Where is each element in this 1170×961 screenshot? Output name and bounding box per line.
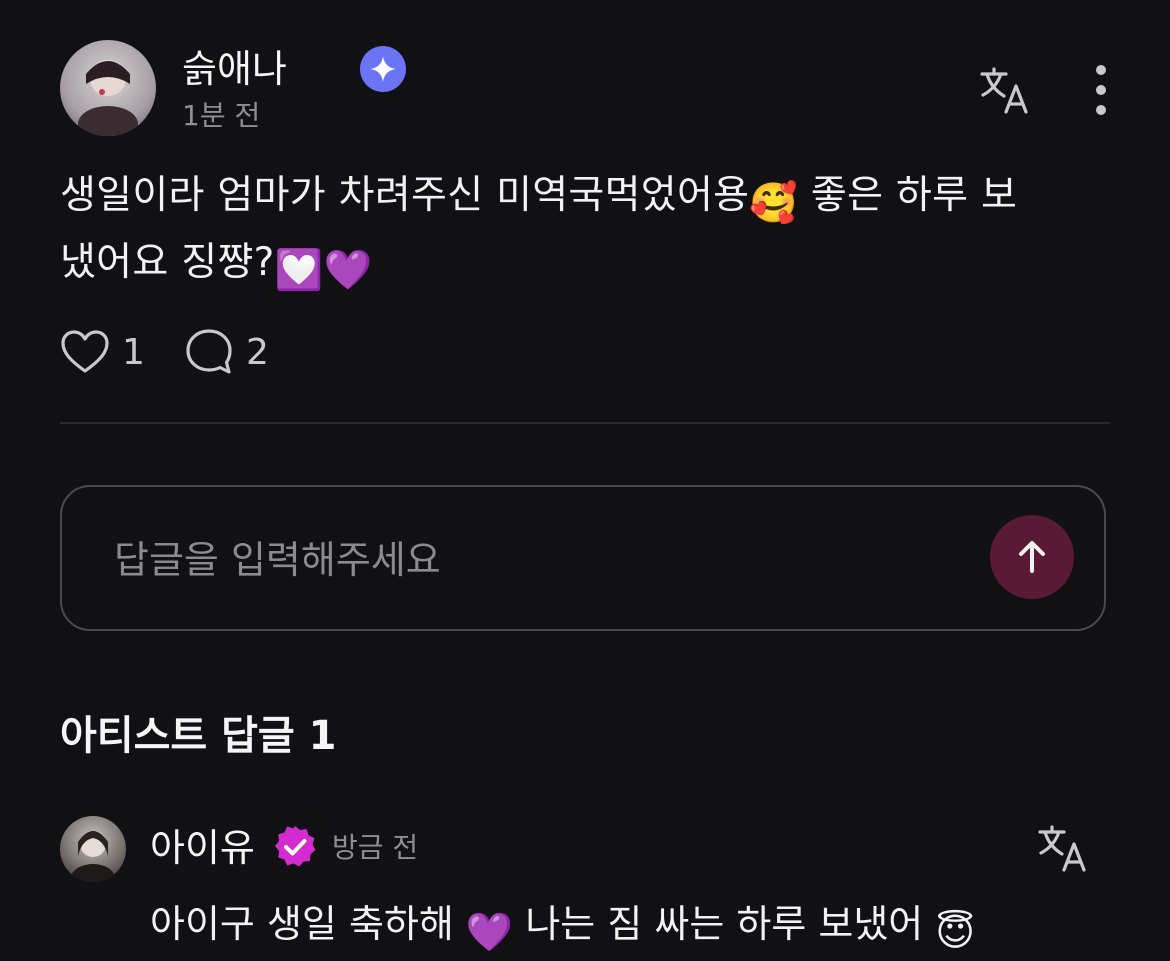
comment-count: 2: [246, 331, 269, 373]
reply-input[interactable]: [112, 529, 976, 591]
artist-replies-title: 아티스트 답글 1: [60, 713, 337, 759]
heart-decoration-emoji: 💟: [274, 248, 324, 293]
comment-button[interactable]: 2: [184, 324, 269, 380]
smiling-hearts-emoji: 🥰: [749, 181, 799, 226]
reply-timestamp: 방금 전: [332, 831, 419, 864]
reply-input-box[interactable]: [60, 485, 1106, 631]
reply-text: 나는 짐 싸는 하루 보냈어: [513, 902, 936, 946]
author-avatar[interactable]: [60, 40, 156, 136]
heart-outline-icon: [61, 330, 109, 373]
artist-avatar[interactable]: [60, 816, 126, 882]
translate-icon[interactable]: [978, 64, 1034, 120]
artist-name[interactable]: 아이유: [150, 822, 255, 874]
post-timestamp: 1분 전: [182, 99, 261, 132]
reply-text: 아이구 생일 축하해: [150, 902, 466, 946]
artist-verified-icon: [272, 824, 318, 870]
send-button[interactable]: [990, 515, 1074, 599]
like-button[interactable]: 1: [60, 324, 145, 380]
more-options-icon[interactable]: [1086, 62, 1116, 118]
post-detail-page: 슭애나 1분 전 생일이라 엄마가 차려주신 미역국먹었어용🥰 좋은 하루 보 …: [0, 0, 1170, 961]
post-header: 슭애나 1분 전: [60, 40, 1120, 140]
divider: [60, 422, 1110, 424]
post-text: 생일이라 엄마가 차려주신 미역국먹었어용: [60, 173, 750, 218]
reply-content: 아이구 생일 축하해 💜 나는 짐 싸는 하루 보냈어 😇: [150, 898, 1120, 958]
post-text: 냈어요 징쨩?: [60, 240, 275, 285]
artist-reply-item: 아이유 방금 전 아이구 생일 축하해 💜 나는 짐 싸는 하루 보냈어 😇: [60, 812, 1120, 961]
author-name[interactable]: 슭애나: [182, 44, 287, 94]
purple-heart-emoji: 💜: [323, 248, 373, 293]
like-count: 1: [122, 331, 145, 373]
purple-heart-emoji: 💜: [465, 910, 514, 954]
halo-smile-emoji: 😇: [935, 910, 975, 954]
comment-bubble-icon: [186, 329, 232, 374]
post-content: 생일이라 엄마가 차려주신 미역국먹었어용🥰 좋은 하루 보 냈어요 징쨩?💟💜: [60, 166, 1120, 300]
post-text: 좋은 하루 보: [798, 173, 1018, 218]
arrow-up-icon: [1019, 541, 1045, 573]
translate-icon[interactable]: [1036, 822, 1092, 878]
verified-sparkle-icon: [360, 46, 406, 92]
